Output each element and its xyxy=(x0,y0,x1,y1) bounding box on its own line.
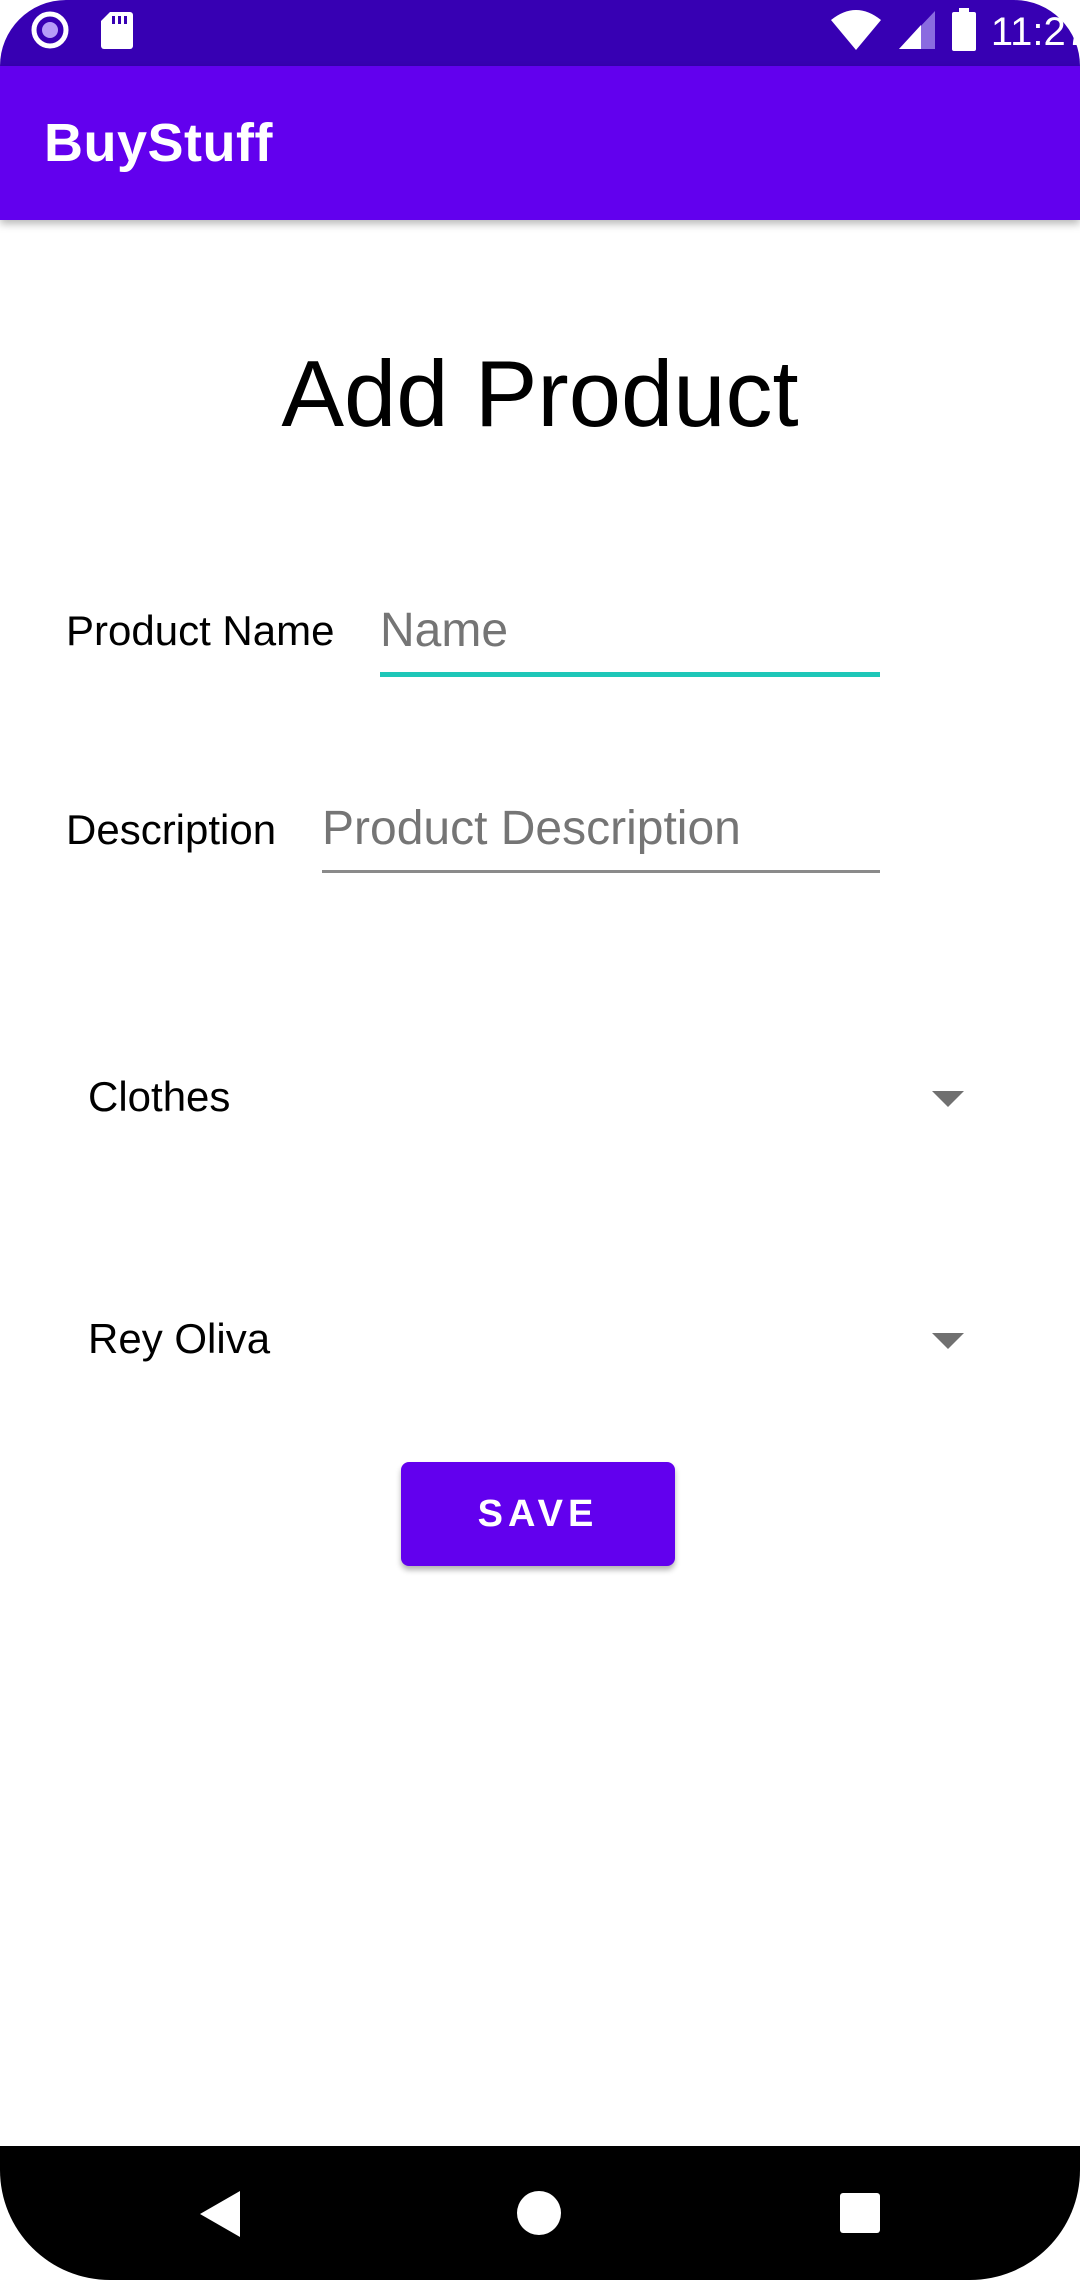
nav-bar xyxy=(0,2146,1080,2280)
status-time: 11:27 xyxy=(990,10,1080,54)
category-value: Clothes xyxy=(88,1073,231,1120)
wifi-icon xyxy=(829,8,883,57)
app-title: BuyStuff xyxy=(44,113,273,173)
category-dropdown[interactable]: Clothes xyxy=(60,1043,980,1153)
save-button[interactable]: SAVE xyxy=(401,1462,675,1566)
product-name-underline xyxy=(380,672,880,677)
status-right-icons: 11:27 xyxy=(829,6,1080,58)
status-left-icons xyxy=(30,10,134,55)
recents-icon[interactable] xyxy=(840,2193,880,2233)
back-icon[interactable] xyxy=(200,2191,240,2242)
description-underline xyxy=(322,870,880,873)
status-bar: 11:27 xyxy=(0,0,1080,66)
screen: 11:27 BuyStuff Add Product Product Name … xyxy=(0,0,1080,2280)
page-title: Add Product xyxy=(281,341,799,446)
home-icon[interactable] xyxy=(517,2191,561,2235)
app-bar: BuyStuff xyxy=(0,66,1080,220)
chevron-down-icon xyxy=(932,1333,964,1349)
notification-circle-icon xyxy=(30,10,70,55)
seller-value: Rey Oliva xyxy=(88,1315,271,1362)
seller-dropdown[interactable]: Rey Oliva xyxy=(60,1285,980,1395)
product-name-input[interactable]: Name xyxy=(380,603,508,658)
sd-card-icon xyxy=(100,10,134,55)
product-name-label: Product Name xyxy=(66,607,335,654)
cell-signal-icon xyxy=(897,9,937,56)
description-label: Description xyxy=(66,806,277,853)
description-input[interactable]: Product Description xyxy=(322,801,741,856)
chevron-down-icon xyxy=(932,1091,964,1107)
battery-icon xyxy=(951,7,977,57)
